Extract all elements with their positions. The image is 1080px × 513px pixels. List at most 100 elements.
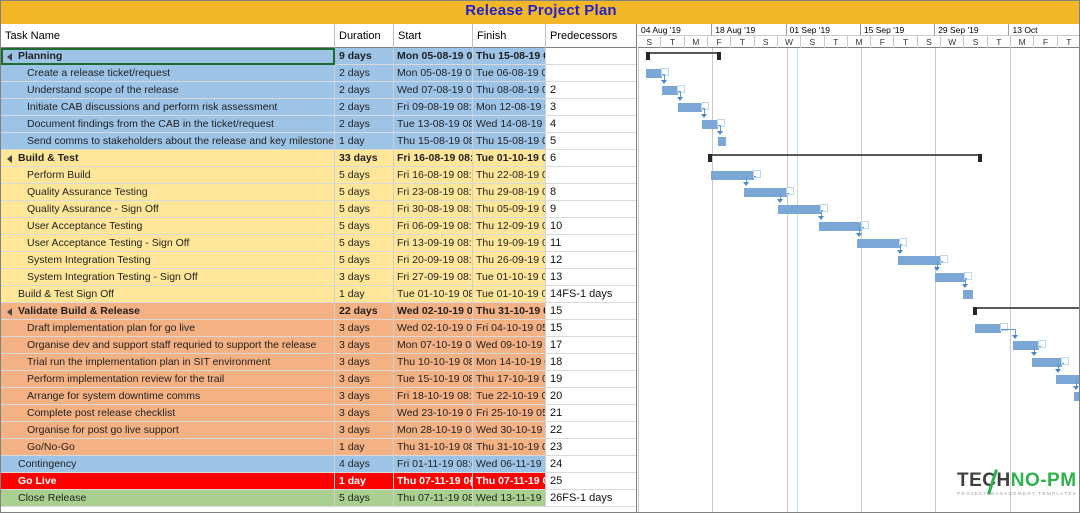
- collapse-triangle-icon[interactable]: [7, 308, 12, 316]
- timeline-day-label: M: [685, 36, 708, 48]
- gantt-task-bar[interactable]: [898, 256, 941, 265]
- table-row[interactable]: Complete post release checklist3 daysWed…: [1, 405, 636, 422]
- table-row[interactable]: Perform implementation review for the tr…: [1, 371, 636, 388]
- table-row[interactable]: Go Live1 dayThu 07-11-19 0{Thu 07-11-19 …: [1, 473, 636, 490]
- gantt-task-bar[interactable]: [711, 171, 754, 180]
- table-row[interactable]: Go/No-Go1 dayThu 31-10-19 08Thu 31-10-19…: [1, 439, 636, 456]
- cell-task: Validate Build & Release: [1, 303, 335, 319]
- gantt-task-bar[interactable]: [1013, 341, 1039, 350]
- today-marker-line: [797, 48, 798, 513]
- table-row[interactable]: Organise dev and support staff requried …: [1, 337, 636, 354]
- table-row[interactable]: Create a release ticket/request2 daysMon…: [1, 65, 636, 82]
- gantt-summary-bar[interactable]: [708, 154, 982, 162]
- timeline-day-label: T: [988, 36, 1011, 48]
- table-row[interactable]: System Integration Testing5 daysFri 20-0…: [1, 252, 636, 269]
- gantt-task-bar[interactable]: [662, 86, 678, 95]
- cell-task: Go Live: [1, 473, 335, 489]
- cell-start: Fri 06-09-19 08:(: [394, 218, 473, 234]
- gantt-task-bar[interactable]: [857, 239, 900, 248]
- table-row[interactable]: Initiate CAB discussions and perform ris…: [1, 99, 636, 116]
- cell-task: Contingency: [1, 456, 335, 472]
- column-header-duration[interactable]: Duration: [335, 24, 394, 48]
- gantt-dependency-arrow-icon: [897, 250, 903, 254]
- cell-task: Perform Build: [1, 167, 335, 183]
- table-row[interactable]: Validate Build & Release22 daysWed 02-10…: [1, 303, 636, 320]
- gantt-plot-area[interactable]: [638, 48, 1080, 513]
- gantt-summary-bar[interactable]: [973, 307, 1080, 315]
- column-header-start[interactable]: Start: [394, 24, 473, 48]
- table-row[interactable]: Organise for post go live support3 daysM…: [1, 422, 636, 439]
- table-row[interactable]: Perform Build5 daysFri 16-08-19 08:(Thu …: [1, 167, 636, 184]
- gantt-dependency-arrow-icon: [743, 182, 749, 186]
- table-row[interactable]: Close Release5 daysThu 07-11-19 08Wed 13…: [1, 490, 636, 507]
- cell-finish: Wed 30-10-19 0: [473, 422, 546, 438]
- cell-task: Quality Assurance - Sign Off: [1, 201, 335, 217]
- cell-dur: 3 days: [335, 388, 394, 404]
- table-row[interactable]: Send comms to stakeholders about the rel…: [1, 133, 636, 150]
- table-row[interactable]: Contingency4 daysFri 01-11-19 08:(Wed 06…: [1, 456, 636, 473]
- cell-dur: 5 days: [335, 201, 394, 217]
- cell-start: Tue 01-10-19 08: [394, 286, 473, 302]
- cell-start: Thu 10-10-19 08: [394, 354, 473, 370]
- gantt-task-bar[interactable]: [975, 324, 1001, 333]
- table-row[interactable]: Build & Test33 daysFri 16-08-19 08:Tue 0…: [1, 150, 636, 167]
- gantt-dependency-arrow-icon: [701, 114, 707, 118]
- gantt-task-bar[interactable]: [678, 103, 702, 112]
- gantt-task-bar[interactable]: [646, 69, 662, 78]
- cell-dur: 3 days: [335, 371, 394, 387]
- cell-start: Fri 30-08-19 08:(: [394, 201, 473, 217]
- table-row[interactable]: Understand scope of the release2 daysWed…: [1, 82, 636, 99]
- cell-pred: 17: [546, 337, 637, 353]
- table-row[interactable]: Build & Test Sign Off1 dayTue 01-10-19 0…: [1, 286, 636, 303]
- cell-task: User Acceptance Testing - Sign Off: [1, 235, 335, 251]
- gantt-task-bar[interactable]: [819, 222, 862, 231]
- timeline-day-label: S: [638, 36, 661, 48]
- logo-wordmark: TECHNO-PM: [957, 470, 1075, 492]
- column-header-task-name[interactable]: Task Name: [1, 24, 335, 48]
- gantt-dependency-arrow-icon: [856, 233, 862, 237]
- cell-start: Fri 18-10-19 08:(: [394, 388, 473, 404]
- table-row[interactable]: Quality Assurance Testing5 daysFri 23-08…: [1, 184, 636, 201]
- gantt-task-bar[interactable]: [702, 120, 718, 129]
- cell-start: Thu 15-08-19 08: [394, 133, 473, 149]
- timeline-day-label: F: [708, 36, 731, 48]
- table-row[interactable]: Quality Assurance - Sign Off5 daysFri 30…: [1, 201, 636, 218]
- cell-finish: Thu 22-08-19 05: [473, 167, 546, 183]
- timeline-header: 04 Aug '1918 Aug '1901 Sep '1915 Sep '19…: [638, 24, 1080, 48]
- cell-task: Trial run the implementation plan in SIT…: [1, 354, 335, 370]
- cell-pred: 5: [546, 133, 637, 149]
- gantt-summary-bar[interactable]: [646, 52, 721, 60]
- table-row[interactable]: User Acceptance Testing - Sign Off5 days…: [1, 235, 636, 252]
- cell-pred: 8: [546, 184, 637, 200]
- cell-dur: 5 days: [335, 167, 394, 183]
- timeline-week-label: 01 Sep '19: [787, 24, 861, 36]
- gantt-dependency-arrow-icon: [1031, 352, 1037, 356]
- table-row[interactable]: System Integration Testing - Sign Off3 d…: [1, 269, 636, 286]
- gantt-task-bar[interactable]: [963, 290, 973, 299]
- column-header-finish[interactable]: Finish: [473, 24, 546, 48]
- collapse-triangle-icon[interactable]: [7, 155, 12, 163]
- gantt-task-bar[interactable]: [718, 137, 726, 146]
- timeline-gridline: [638, 48, 639, 513]
- table-row[interactable]: User Acceptance Testing5 daysFri 06-09-1…: [1, 218, 636, 235]
- cell-finish: Thu 19-09-19 05: [473, 235, 546, 251]
- cell-finish: Tue 01-10-19 05: [473, 150, 546, 166]
- cell-pred: 2: [546, 82, 637, 98]
- cell-pred: 23: [546, 439, 637, 455]
- collapse-triangle-icon[interactable]: [7, 53, 12, 61]
- cell-dur: 3 days: [335, 320, 394, 336]
- logo-text-left: TECH: [957, 470, 1011, 491]
- table-row[interactable]: Draft implementation plan for go live3 d…: [1, 320, 636, 337]
- cell-pred: 26FS-1 days: [546, 490, 637, 506]
- cell-dur: 3 days: [335, 405, 394, 421]
- table-row[interactable]: Document findings from the CAB in the ti…: [1, 116, 636, 133]
- table-row[interactable]: Arrange for system downtime comms3 daysF…: [1, 388, 636, 405]
- gantt-task-bar[interactable]: [778, 205, 821, 214]
- column-header-predecessors[interactable]: Predecessors: [546, 24, 637, 48]
- gantt-task-bar[interactable]: [935, 273, 965, 282]
- table-row[interactable]: Planning9 daysMon 05-08-19 0Thu 15-08-19…: [1, 48, 636, 65]
- gantt-task-bar[interactable]: [1074, 392, 1080, 401]
- table-row[interactable]: Trial run the implementation plan in SIT…: [1, 354, 636, 371]
- cell-pred: 13: [546, 269, 637, 285]
- timeline-day-label: T: [1058, 36, 1080, 48]
